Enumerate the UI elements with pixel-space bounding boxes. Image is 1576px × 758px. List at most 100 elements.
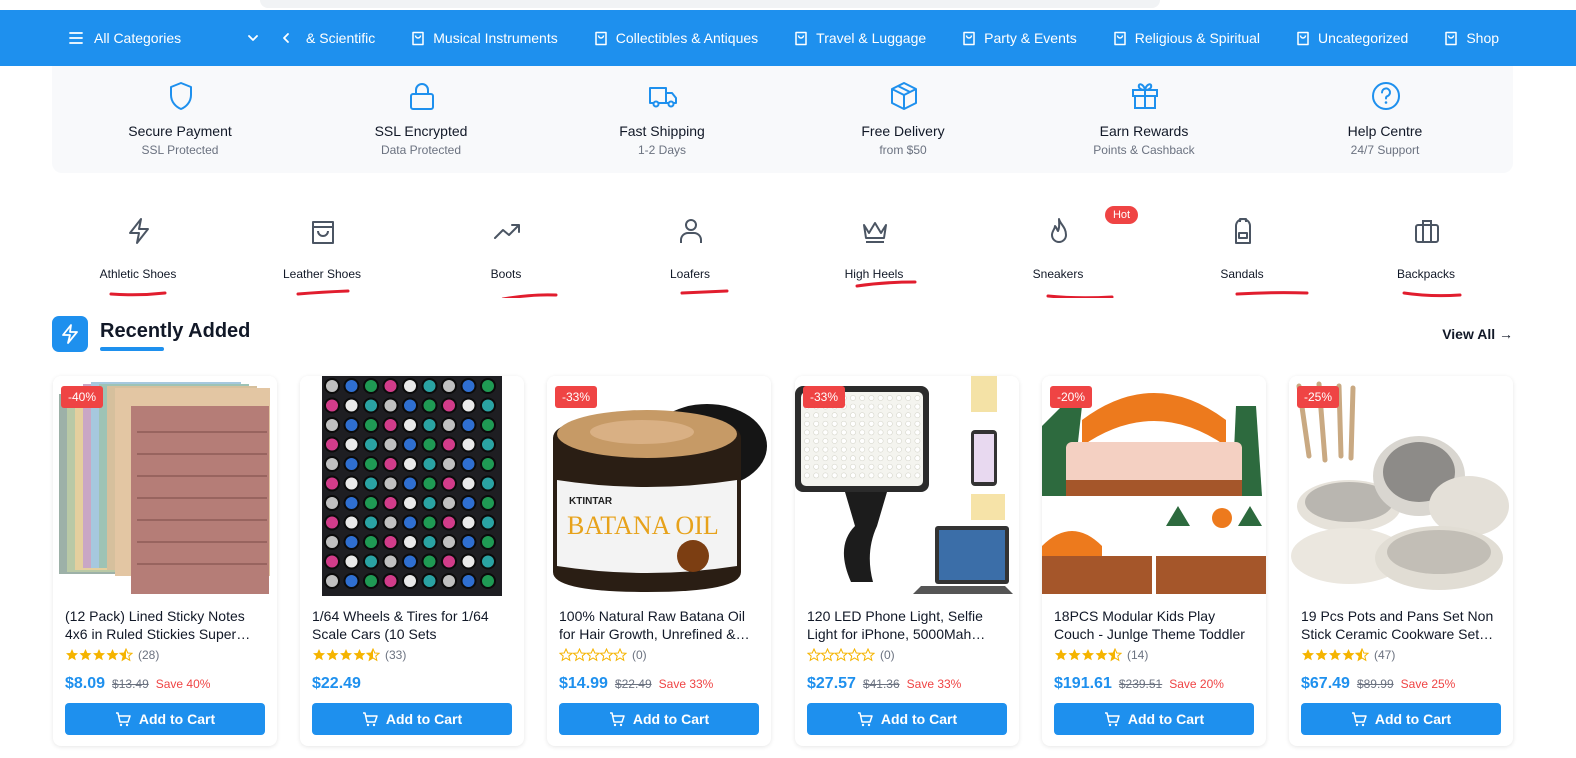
nav-item-party-events[interactable]: Party & Events: [962, 30, 1077, 46]
product-image[interactable]: [300, 376, 524, 596]
cart-icon: [857, 711, 873, 726]
savings-label: Save 33%: [658, 677, 714, 691]
nav-item-travel-luggage[interactable]: Travel & Luggage: [794, 30, 926, 46]
all-categories-button[interactable]: All Categories: [68, 10, 264, 66]
annotation-underline: [501, 293, 558, 298]
menu-icon: [69, 32, 83, 44]
add-to-cart-button[interactable]: Add to Cart: [559, 703, 759, 735]
annotation-underline: [1235, 291, 1309, 296]
nav-item-religious-spiritual[interactable]: Religious & Spiritual: [1113, 30, 1260, 46]
nav-item-uncategorized[interactable]: Uncategorized: [1296, 30, 1408, 46]
category-boots[interactable]: Boots: [426, 208, 586, 298]
feature-secure-payment: Secure Payment SSL Protected: [80, 66, 280, 173]
product-image[interactable]: [53, 376, 277, 596]
star-rating-icon: [807, 648, 875, 662]
feature-ssl-encrypted: SSL Encrypted Data Protected: [321, 66, 521, 173]
svg-text:KTINTAR: KTINTAR: [569, 496, 613, 507]
package-icon: [891, 82, 917, 110]
discount-badge: -33%: [803, 386, 846, 408]
product-title[interactable]: 1/64 Wheels & Tires for 1/64 Scale Cars …: [312, 607, 516, 643]
product-image[interactable]: KTINTAR BATANA OIL: [547, 376, 771, 596]
add-to-cart-button[interactable]: Add to Cart: [1301, 703, 1501, 735]
lightning-icon: [62, 324, 78, 344]
add-to-cart-button[interactable]: Add to Cart: [1054, 703, 1254, 735]
shield-icon: [170, 82, 192, 110]
top-strip: [0, 0, 1576, 10]
price-row: $191.61 $239.51 Save 20%: [1054, 675, 1224, 693]
add-to-cart-button[interactable]: Add to Cart: [312, 703, 512, 735]
shopping-bag-icon: [795, 31, 807, 45]
shopping-bag-icon: [594, 31, 607, 45]
savings-label: Save 33%: [906, 677, 962, 691]
original-price: $41.36: [862, 677, 900, 691]
product-card[interactable]: -20% 18PCS Modular Kids Play Couch - Jun…: [1042, 376, 1266, 746]
category-high-heels[interactable]: High Heels: [794, 208, 954, 298]
product-image[interactable]: [1042, 376, 1266, 596]
help-circle-icon: [1372, 82, 1400, 110]
rating-stars: (47): [1301, 648, 1395, 662]
hot-badge: Hot: [1105, 206, 1138, 224]
lock-icon: [410, 83, 434, 110]
product-title[interactable]: 19 Pcs Pots and Pans Set Non Stick Ceram…: [1301, 607, 1505, 643]
annotation-underline: [680, 289, 729, 295]
original-price: $13.49: [112, 677, 149, 691]
shopping-bag-icon: [1445, 31, 1458, 45]
feature-help-centre[interactable]: Help Centre 24/7 Support: [1285, 66, 1485, 173]
nav-scroll-area: & Scientific Musical Instruments Collect…: [280, 10, 1535, 66]
nav-item-collectibles-antiques[interactable]: Collectibles & Antiques: [594, 30, 758, 46]
category-sandals[interactable]: Sandals: [1162, 208, 1322, 298]
category-loafers[interactable]: Loafers: [610, 208, 770, 298]
product-title[interactable]: (12 Pack) Lined Sticky Notes 4x6 in Rule…: [65, 607, 269, 643]
category-athletic-shoes[interactable]: Athletic Shoes: [58, 208, 218, 298]
category-backpacks[interactable]: Backpacks: [1346, 208, 1506, 298]
discount-badge: -40%: [61, 386, 104, 408]
nav-item-shop[interactable]: Shop: [1444, 30, 1499, 46]
rating-stars: (0): [807, 648, 895, 662]
product-card[interactable]: KTINTAR BATANA OIL -33% 100% Natural Raw…: [547, 376, 771, 746]
view-all-link[interactable]: View All →: [1442, 326, 1513, 342]
add-to-cart-button[interactable]: Add to Cart: [807, 703, 1007, 735]
product-image[interactable]: [1289, 376, 1513, 596]
feature-free-delivery: Free Delivery from $50: [803, 66, 1003, 173]
cart-icon: [1351, 711, 1367, 726]
cart-icon: [609, 711, 625, 726]
review-count: (28): [138, 648, 160, 662]
original-price: $239.51: [1118, 677, 1163, 691]
review-count: (33): [385, 648, 407, 662]
savings-label: Save 40%: [155, 677, 211, 691]
star-rating-icon: [559, 648, 627, 662]
product-card[interactable]: 1/64 Wheels & Tires for 1/64 Scale Cars …: [300, 376, 524, 746]
review-count: (14): [1127, 648, 1149, 662]
section-title: Recently Added: [100, 320, 251, 342]
nav-item-musical-instruments[interactable]: Musical Instruments: [411, 30, 558, 46]
price-row: $14.99 $22.49 Save 33%: [559, 675, 713, 693]
nav-scroll-left-button[interactable]: [280, 10, 296, 66]
product-title[interactable]: 18PCS Modular Kids Play Couch - Junlge T…: [1054, 607, 1258, 643]
product-title[interactable]: 100% Natural Raw Batana Oil for Hair Gro…: [559, 607, 763, 643]
star-rating-icon: [1302, 648, 1369, 662]
product-title[interactable]: 120 LED Phone Light, Selfie Light for iP…: [807, 607, 1011, 643]
current-price: $27.57: [807, 675, 856, 692]
section-title-underline: [100, 347, 164, 351]
chevron-down-icon: [248, 35, 258, 41]
features-bar: Secure Payment SSL Protected SSL Encrypt…: [52, 66, 1513, 173]
category-leather-shoes[interactable]: Leather Shoes: [242, 208, 402, 298]
rating-stars: (28): [65, 648, 159, 662]
product-image[interactable]: [795, 376, 1019, 596]
review-count: (0): [880, 648, 895, 662]
shopping-bag-icon: [963, 31, 975, 45]
annotation-underline: [855, 280, 917, 288]
product-card[interactable]: -33% 120 LED Phone Light, Selfie Light f…: [795, 376, 1019, 746]
review-count: (47): [1374, 648, 1396, 662]
original-price: $22.49: [614, 677, 652, 691]
current-price: $14.99: [559, 675, 608, 692]
nav-item-scientific[interactable]: & Scientific: [306, 30, 375, 46]
product-card[interactable]: -25% 19 Pcs Pots and Pans Set Non Stick …: [1289, 376, 1513, 746]
feature-fast-shipping: Fast Shipping 1-2 Days: [562, 66, 762, 173]
product-card[interactable]: -40% (12 Pack) Lined Sticky Notes 4x6 in…: [53, 376, 277, 746]
add-to-cart-button[interactable]: Add to Cart: [65, 703, 265, 735]
discount-badge: -20%: [1050, 386, 1093, 408]
price-row: $8.09 $13.49 Save 40%: [65, 675, 210, 693]
gift-icon: [1132, 83, 1158, 109]
shopping-bag-icon: [1297, 31, 1309, 45]
